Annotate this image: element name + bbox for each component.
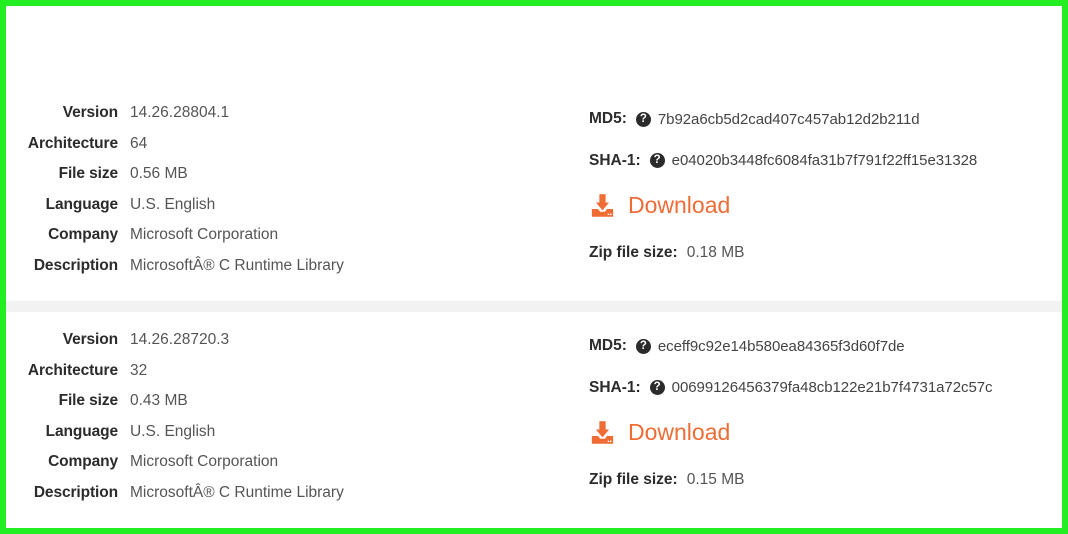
hash-label-sha1: SHA-1: <box>589 378 641 396</box>
detail-row-language: Language U.S. English <box>6 423 566 454</box>
help-circle-icon[interactable]: ? <box>635 111 651 127</box>
detail-label-file-size: File size <box>58 165 119 182</box>
hash-value-sha1: e04020b3448fc6084fa31b7f791f22ff15e31328 <box>671 152 978 170</box>
zip-file-size-value: 0.18 MB <box>686 244 745 261</box>
download-button[interactable]: Download <box>589 419 730 446</box>
page-frame: Version 14.26.28804.1 Architecture 64 Fi… <box>0 0 1068 534</box>
detail-label-architecture: Architecture <box>27 134 118 152</box>
detail-row-company: Company Microsoft Corporation <box>6 226 566 257</box>
detail-row-version: Version 14.26.28720.3 <box>6 331 566 362</box>
record-divider <box>6 301 1062 312</box>
download-label: Download <box>628 192 731 218</box>
help-circle-icon[interactable]: ? <box>635 338 651 354</box>
detail-value-architecture: 64 <box>130 134 148 152</box>
hash-row-md5: MD5: ? 7b92a6cb5d2cad407c457ab12d2b211d <box>589 104 1062 135</box>
detail-label-file-size: File size <box>58 392 119 409</box>
file-details-table: Version 14.26.28720.3 Architecture 32 Fi… <box>6 331 566 514</box>
detail-label-language: Language <box>45 195 119 213</box>
detail-label-language: Language <box>45 422 119 440</box>
detail-row-file-size: File size 0.56 MB <box>6 165 566 196</box>
detail-label-architecture: Architecture <box>27 361 118 379</box>
detail-value-company: Microsoft Corporation <box>130 226 279 243</box>
detail-label-company: Company <box>48 453 118 470</box>
hash-label-sha1: SHA-1: <box>589 151 641 169</box>
hash-label-md5: MD5: <box>589 110 627 128</box>
detail-label-version: Version <box>62 104 118 121</box>
file-details-table: Version 14.26.28804.1 Architecture 64 Fi… <box>6 104 566 287</box>
detail-row-version: Version 14.26.28804.1 <box>6 104 566 135</box>
detail-value-version: 14.26.28720.3 <box>130 331 230 348</box>
detail-value-language: U.S. English <box>130 422 216 440</box>
detail-row-description: Description MicrosoftÂ® C Runtime Librar… <box>6 257 566 288</box>
detail-value-language: U.S. English <box>130 195 216 213</box>
file-hashes-panel: MD5: ? eceff9c92e14b580ea84365f3d60f7de … <box>566 331 1062 489</box>
detail-row-description: Description MicrosoftÂ® C Runtime Librar… <box>6 484 566 515</box>
zip-file-size-value: 0.15 MB <box>686 471 745 488</box>
page-content: Version 14.26.28804.1 Architecture 64 Fi… <box>6 6 1062 528</box>
zip-file-size-label: Zip file size: <box>589 244 678 261</box>
detail-row-architecture: Architecture 32 <box>6 362 566 393</box>
detail-value-description: MicrosoftÂ® C Runtime Library <box>130 483 344 501</box>
detail-value-file-size: 0.43 MB <box>130 392 188 409</box>
detail-label-description: Description <box>33 256 118 274</box>
detail-value-version: 14.26.28804.1 <box>130 104 230 121</box>
detail-label-version: Version <box>62 331 118 348</box>
hash-value-md5: eceff9c92e14b580ea84365f3d60f7de <box>657 337 905 355</box>
detail-value-description: MicrosoftÂ® C Runtime Library <box>130 256 344 274</box>
help-circle-icon[interactable]: ? <box>649 153 665 169</box>
zip-file-size-label: Zip file size: <box>589 471 678 488</box>
detail-value-company: Microsoft Corporation <box>130 453 279 470</box>
detail-row-architecture: Architecture 64 <box>6 135 566 166</box>
detail-label-description: Description <box>33 483 118 501</box>
hash-row-sha1: SHA-1: ? 00699126456379fa48cb122e21b7f47… <box>589 373 1062 404</box>
file-version-record: Version 14.26.28720.3 Architecture 32 Fi… <box>6 331 1062 514</box>
hash-value-sha1: 00699126456379fa48cb122e21b7f4731a72c57c <box>671 379 993 397</box>
detail-row-file-size: File size 0.43 MB <box>6 392 566 423</box>
download-block: Download <box>589 419 1062 451</box>
hash-row-md5: MD5: ? eceff9c92e14b580ea84365f3d60f7de <box>589 331 1062 362</box>
download-label: Download <box>628 419 731 445</box>
top-spacer <box>6 6 1062 104</box>
detail-row-language: Language U.S. English <box>6 196 566 227</box>
file-hashes-panel: MD5: ? 7b92a6cb5d2cad407c457ab12d2b211d … <box>566 104 1062 262</box>
help-circle-icon[interactable]: ? <box>649 380 665 396</box>
hash-value-md5: 7b92a6cb5d2cad407c457ab12d2b211d <box>657 110 920 128</box>
hash-label-md5: MD5: <box>589 337 627 355</box>
download-button[interactable]: Download <box>589 192 730 219</box>
detail-value-file-size: 0.56 MB <box>130 165 188 182</box>
file-version-record: Version 14.26.28804.1 Architecture 64 Fi… <box>6 104 1062 287</box>
download-icon <box>591 194 614 217</box>
detail-label-company: Company <box>48 226 118 243</box>
download-icon <box>591 421 614 444</box>
detail-value-architecture: 32 <box>130 361 148 379</box>
zip-file-size-row: Zip file size: 0.15 MB <box>589 471 1062 489</box>
hash-row-sha1: SHA-1: ? e04020b3448fc6084fa31b7f791f22f… <box>589 146 1062 177</box>
download-block: Download <box>589 192 1062 224</box>
zip-file-size-row: Zip file size: 0.18 MB <box>589 244 1062 262</box>
detail-row-company: Company Microsoft Corporation <box>6 453 566 484</box>
